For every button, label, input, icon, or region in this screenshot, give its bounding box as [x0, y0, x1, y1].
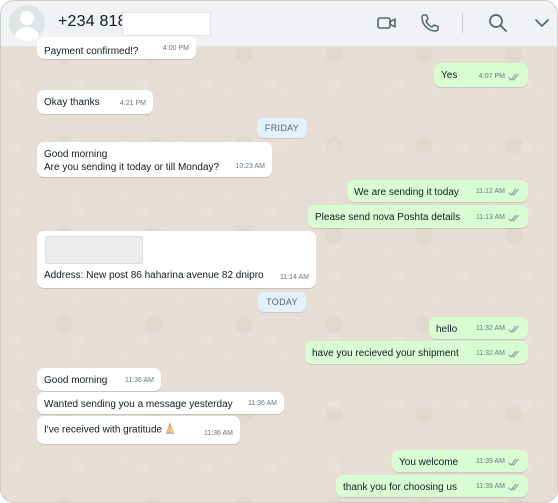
read-ticks-icon	[508, 214, 521, 222]
message-time: 11:36 AM	[247, 400, 277, 407]
read-ticks-icon	[508, 188, 521, 196]
read-ticks-icon	[508, 458, 521, 466]
read-ticks-icon	[508, 325, 521, 333]
message-time: 4:00 PM	[162, 45, 189, 52]
chat-window: +234 818 Payment confirmed!? 4:00 PM Yes…	[0, 0, 558, 503]
message-meta: 11:32 AM	[476, 347, 521, 360]
video-call-icon[interactable]	[376, 12, 398, 34]
avatar-body	[14, 27, 40, 41]
header-divider	[462, 13, 463, 33]
message-outgoing[interactable]: hello 11:32 AM	[429, 317, 528, 339]
message-incoming[interactable]: Good morning 11:36 AM	[37, 368, 161, 391]
message-meta: 11:39 AM	[476, 455, 521, 468]
message-incoming[interactable]: Address: New post 86 haharina avenue 82 …	[37, 231, 316, 288]
folded-hands-icon	[164, 422, 176, 438]
chevron-down-icon[interactable]	[531, 12, 553, 34]
message-time: 4:21 PM	[119, 100, 146, 107]
message-text-line1: Good morning	[44, 149, 108, 160]
search-icon[interactable]	[487, 12, 509, 34]
message-text: Address: New post 86 haharina avenue 82 …	[44, 270, 264, 281]
message-time: 11:14 AM	[279, 274, 309, 281]
message-time: 11:36 AM	[203, 430, 233, 437]
message-outgoing[interactable]: We are sending it today 11:12 AM	[347, 180, 528, 202]
day-separator-today: TODAY	[258, 292, 306, 312]
message-outgoing[interactable]: Yes 4:07 PM	[434, 63, 528, 87]
message-incoming[interactable]: Good morning Are you sending it today or…	[37, 142, 272, 177]
contact-name[interactable]: +234 818	[58, 13, 127, 31]
message-meta: 11:12 AM	[476, 185, 521, 198]
message-incoming[interactable]: Okay thanks 4:21 PM	[37, 90, 153, 114]
message-incoming[interactable]: Wanted sending you a message yesterday 1…	[37, 392, 284, 414]
message-outgoing[interactable]: You welcome 11:39 AM	[392, 450, 528, 472]
avatar-head	[20, 11, 34, 25]
redacted-name-box	[122, 12, 211, 36]
read-ticks-icon	[508, 73, 521, 81]
message-time: 11:36 AM	[124, 377, 154, 384]
message-meta: 11:39 AM	[476, 480, 521, 493]
message-meta: 11:32 AM	[476, 322, 521, 335]
message-text-line2: Are you sending it today or till Monday?	[44, 162, 220, 173]
message-time: 10:23 AM	[235, 163, 265, 170]
redacted-image	[45, 236, 143, 264]
message-meta: 11:13 AM	[476, 211, 521, 224]
message-meta: 4:07 PM	[479, 70, 521, 83]
message-outgoing[interactable]: Please send nova Poshta details 11:13 AM	[308, 205, 528, 228]
message-incoming[interactable]: Payment confirmed!? 4:00 PM	[37, 37, 196, 59]
day-separator-friday: FRIDAY	[257, 118, 307, 138]
message-text: Wanted sending you a message yesterday	[44, 399, 233, 410]
message-outgoing[interactable]: thank you for choosing us 11:39 AM	[336, 475, 528, 497]
message-incoming[interactable]: I've received with gratitude 11:36 AM	[37, 416, 240, 444]
read-ticks-icon	[508, 483, 521, 491]
avatar[interactable]	[9, 5, 45, 41]
voice-call-icon[interactable]	[419, 12, 441, 34]
message-outgoing[interactable]: have you recieved your shipment 11:32 AM	[305, 341, 528, 364]
read-ticks-icon	[508, 350, 521, 358]
